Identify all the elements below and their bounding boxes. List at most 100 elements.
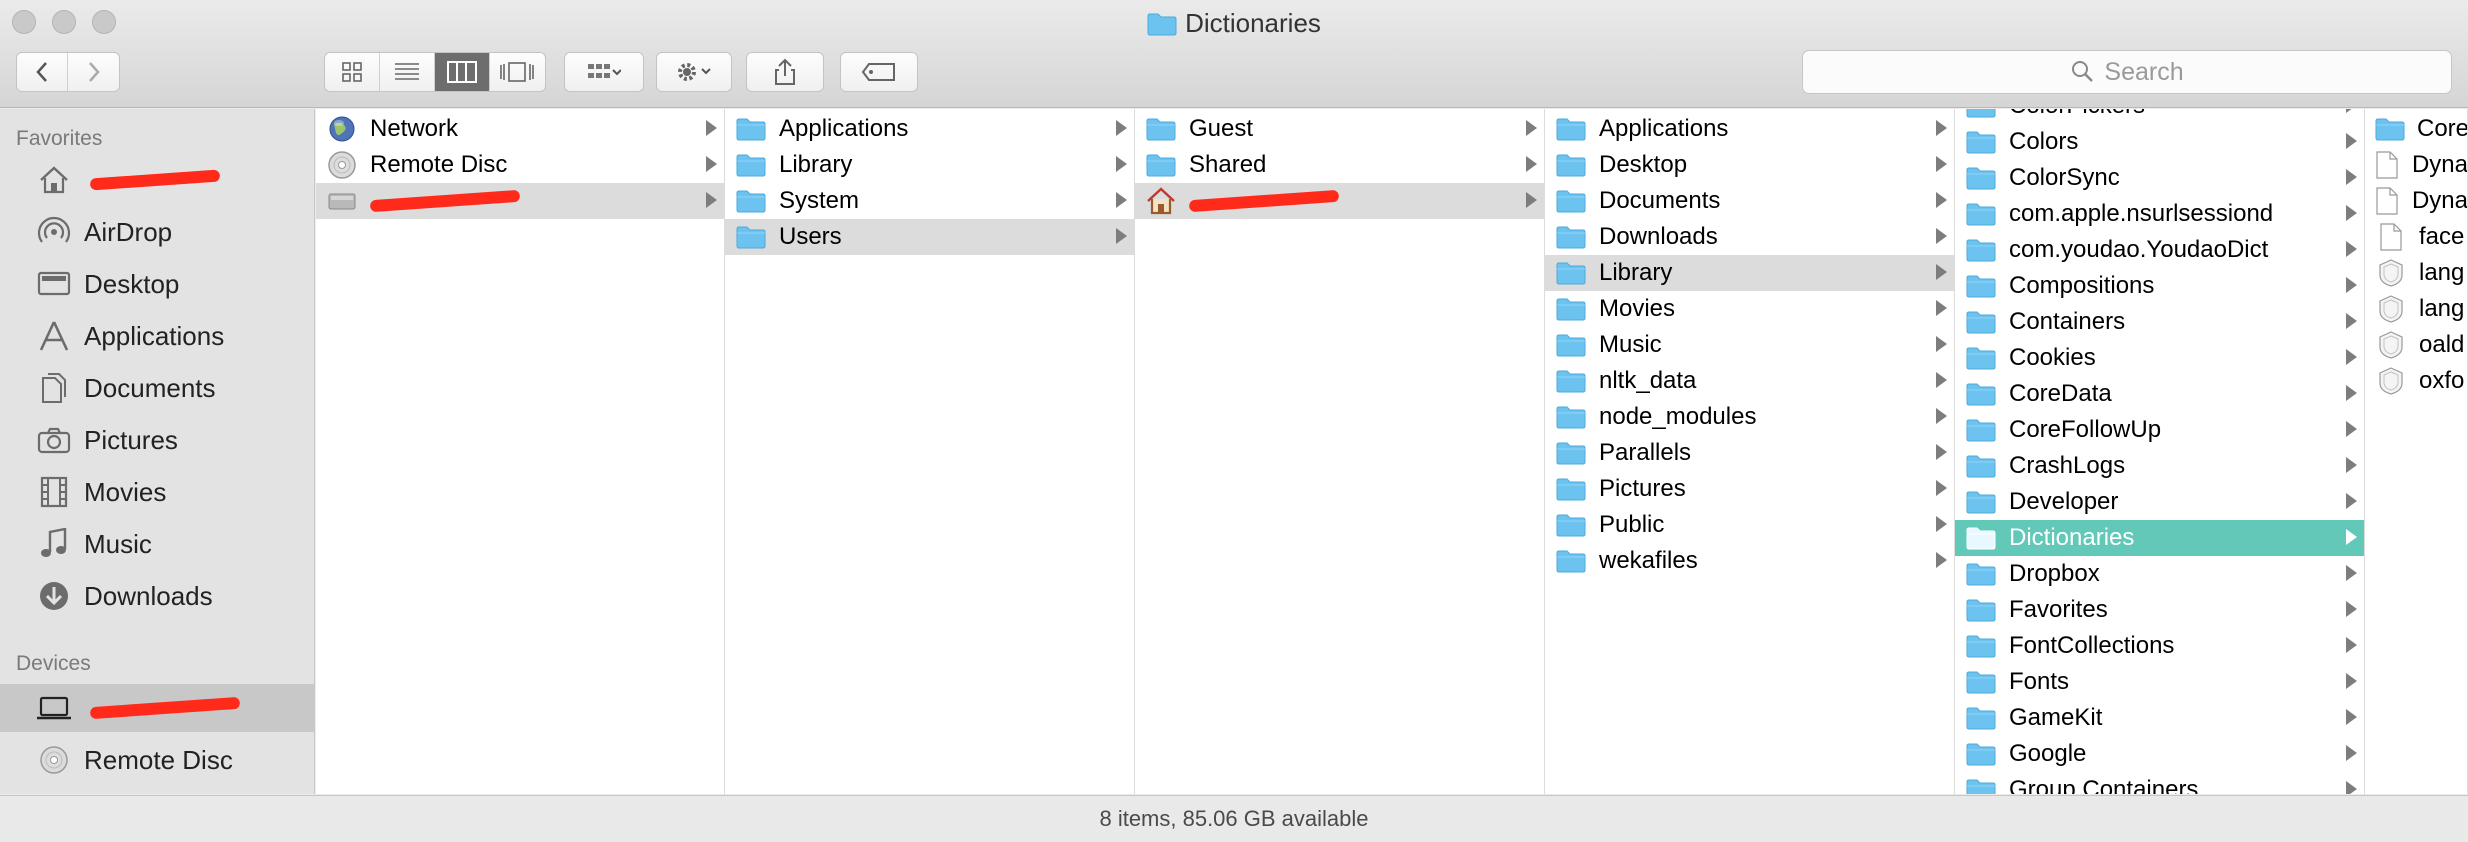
column-item[interactable]: Developer (1955, 484, 2364, 520)
share-button[interactable] (746, 52, 824, 92)
browser-column-2[interactable]: Applications Library System Users (725, 109, 1135, 794)
item-label: Library (1599, 259, 1673, 286)
column-item[interactable]: GameKit (1955, 700, 2364, 736)
sidebar-item-music[interactable]: Music (0, 520, 314, 568)
sidebar-item-pictures[interactable]: Pictures (0, 416, 314, 464)
column-item[interactable]: Shared (1135, 147, 1544, 183)
folder-icon (1555, 225, 1587, 249)
download-icon (34, 576, 74, 616)
sidebar-item-label: Pictures (84, 424, 178, 455)
column-item[interactable] (1135, 183, 1544, 219)
film-icon (34, 472, 74, 512)
folder-icon (1555, 369, 1587, 393)
item-label: Desktop (1599, 151, 1688, 178)
column-item[interactable]: oxfo (2365, 363, 2467, 399)
browser-column-1[interactable]: Network Remote Disc (316, 109, 725, 794)
sidebar-device-computer[interactable] (0, 684, 314, 732)
sidebar-item-movies[interactable]: Movies (0, 468, 314, 516)
tags-button[interactable] (840, 52, 918, 92)
disclosure-arrow-icon (1936, 372, 1947, 388)
back-button[interactable] (17, 53, 69, 91)
column-item[interactable]: Dictionaries (1955, 520, 2364, 556)
column-item[interactable]: Library (1545, 255, 1954, 291)
folder-icon (1965, 346, 1997, 370)
forward-button[interactable] (68, 53, 119, 91)
browser-column-5[interactable]: ColorPickers Colors ColorSync com.apple.nsu… (1955, 109, 2365, 794)
column-item[interactable]: CoreFollowUp (1955, 412, 2364, 448)
column-item[interactable]: Applications (1545, 111, 1954, 147)
item-label: Pictures (1599, 475, 1686, 502)
list-icon (395, 63, 419, 80)
disclosure-arrow-icon (2346, 385, 2357, 401)
chevron-left-icon (36, 62, 47, 82)
column-item[interactable]: Remote Disc (316, 147, 724, 183)
arrange-button[interactable] (564, 52, 644, 92)
column-item[interactable]: Dyna (2365, 147, 2467, 183)
column-item[interactable]: wekafiles (1545, 543, 1954, 579)
item-label: face (2419, 223, 2465, 250)
column-item[interactable]: Music (1545, 327, 1954, 363)
item-label: CoreFollowUp (2009, 416, 2162, 443)
column-view-button[interactable] (435, 53, 490, 91)
column-item[interactable]: lang (2365, 255, 2467, 291)
column-item[interactable]: Cookies (1955, 340, 2364, 376)
column-item[interactable] (316, 183, 724, 219)
column-item[interactable]: CrashLogs (1955, 448, 2364, 484)
item-label: CrashLogs (2009, 452, 2126, 479)
column-item[interactable]: Library (725, 147, 1134, 183)
column-item[interactable]: Guest (1135, 111, 1544, 147)
gallery-view-button[interactable] (490, 53, 545, 91)
column-item[interactable]: CoreData (1955, 376, 2364, 412)
browser-column-6[interactable]: Core Dyna Dyna face lang lang oald oxfo (2365, 109, 2468, 794)
action-button[interactable] (656, 52, 732, 92)
sidebar-item-applications[interactable]: Applications (0, 312, 314, 360)
column-item[interactable]: Dyna (2365, 183, 2467, 219)
disclosure-arrow-icon (1936, 336, 1947, 352)
column-item[interactable]: Applications (725, 111, 1134, 147)
column-item[interactable]: ColorPickers (1955, 109, 2364, 124)
column-item[interactable]: Desktop (1545, 147, 1954, 183)
column-item[interactable]: oald (2365, 327, 2467, 363)
column-item[interactable]: com.apple.nsurlsessiond (1955, 196, 2364, 232)
document-icon (2375, 223, 2407, 251)
sidebar-device-remote-disc[interactable]: Remote Disc (0, 736, 314, 784)
column-item[interactable]: Group Containers (1955, 772, 2364, 794)
column-item[interactable]: nltk_data (1545, 363, 1954, 399)
sidebar-item-documents[interactable]: Documents (0, 364, 314, 412)
column-item[interactable]: Google (1955, 736, 2364, 772)
column-item[interactable]: Public (1545, 507, 1954, 543)
column-item[interactable]: Fonts (1955, 664, 2364, 700)
sidebar-item-home[interactable] (0, 156, 314, 204)
column-item[interactable]: Compositions (1955, 268, 2364, 304)
sidebar-item-airdrop[interactable]: AirDrop (0, 208, 314, 256)
column-item[interactable]: face (2365, 219, 2467, 255)
column-item[interactable]: System (725, 183, 1134, 219)
sidebar-item-desktop[interactable]: Desktop (0, 260, 314, 308)
column-item[interactable]: ColorSync (1955, 160, 2364, 196)
column-item[interactable]: Core (2365, 111, 2467, 147)
sidebar-item-downloads[interactable]: Downloads (0, 572, 314, 620)
column-item[interactable]: Downloads (1545, 219, 1954, 255)
column-item[interactable]: Movies (1545, 291, 1954, 327)
folder-icon (735, 225, 767, 249)
column-item[interactable]: FontCollections (1955, 628, 2364, 664)
folder-icon (1965, 670, 1997, 694)
column-item[interactable]: Favorites (1955, 592, 2364, 628)
column-item[interactable]: com.youdao.YoudaoDict (1955, 232, 2364, 268)
column-item[interactable]: Network (316, 111, 724, 147)
list-view-button[interactable] (380, 53, 435, 91)
column-item[interactable]: node_modules (1545, 399, 1954, 435)
search-field[interactable]: Search (1802, 50, 2452, 94)
column-item[interactable]: Parallels (1545, 435, 1954, 471)
browser-column-3[interactable]: Guest Shared (1135, 109, 1545, 794)
column-item[interactable]: Containers (1955, 304, 2364, 340)
column-item[interactable]: Pictures (1545, 471, 1954, 507)
browser-column-4[interactable]: Applications Desktop Documents Downloads Lib… (1545, 109, 1955, 794)
column-item[interactable]: Users (725, 219, 1134, 255)
column-item[interactable]: lang (2365, 291, 2467, 327)
column-item[interactable]: Dropbox (1955, 556, 2364, 592)
disclosure-arrow-icon (1936, 552, 1947, 568)
column-item[interactable]: Colors (1955, 124, 2364, 160)
icon-view-button[interactable] (325, 53, 380, 91)
column-item[interactable]: Documents (1545, 183, 1954, 219)
